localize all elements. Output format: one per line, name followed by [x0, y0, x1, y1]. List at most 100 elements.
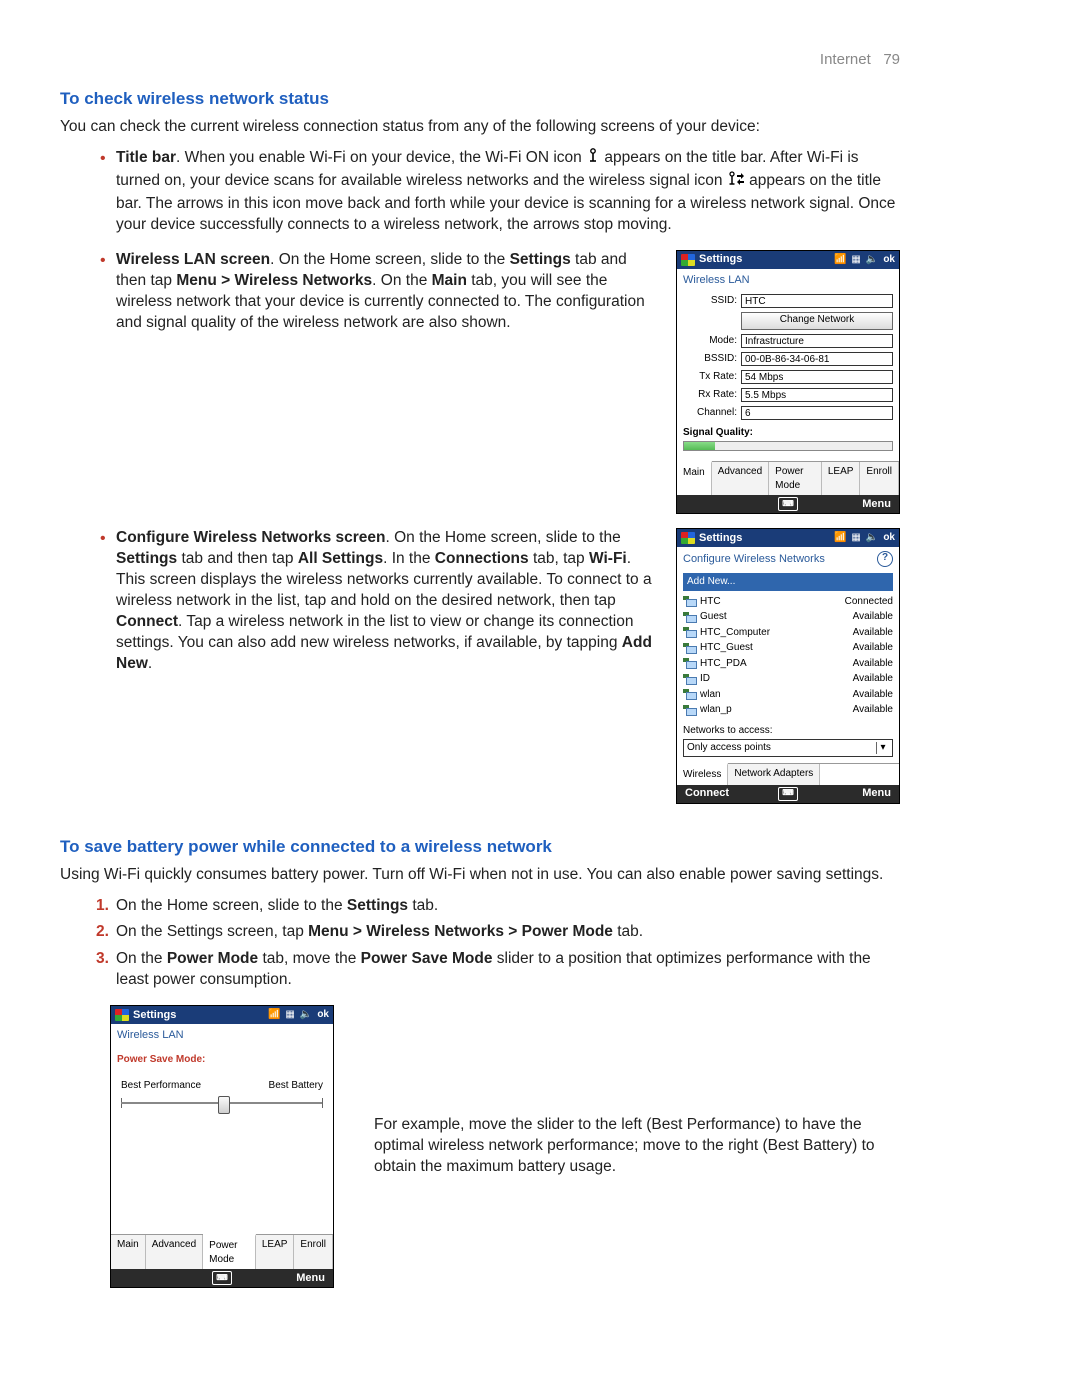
heading-save-battery: To save battery power while connected to… [60, 836, 900, 859]
b3tg: . [148, 655, 152, 672]
tab-advanced[interactable]: Advanced [146, 1235, 203, 1269]
tab-wireless[interactable]: Wireless [677, 763, 728, 785]
best-performance-label: Best Performance [121, 1079, 201, 1093]
steps-list: On the Home screen, slide to the Setting… [60, 896, 900, 992]
help-icon[interactable]: ? [877, 551, 893, 567]
fig-wireless-lan-screenshot: Settings 📶 ▦ 🔈 ok Wireless LAN SSID:HTC … [676, 250, 900, 514]
power-tabs: Main Advanced Power Mode LEAP Enroll [111, 1234, 333, 1269]
wm-subheader-power: Wireless LAN [111, 1024, 333, 1049]
tab-power-mode[interactable]: Power Mode [769, 462, 822, 495]
tab-main[interactable]: Main [111, 1235, 146, 1269]
add-new-network[interactable]: Add New... [683, 573, 893, 591]
list-item[interactable]: IDAvailable [683, 671, 893, 687]
network-icon [683, 689, 697, 699]
speaker-icon: 🔈 [866, 531, 878, 545]
signal-icon: ▦ [851, 253, 860, 267]
rxrate-field[interactable]: 5.5 Mbps [741, 388, 893, 402]
slider-thumb[interactable] [218, 1096, 230, 1114]
fig-configure-wireless-screenshot: Settings 📶 ▦ 🔈 ok Configure Wireless Net… [676, 528, 900, 804]
wm-footer: Connect ⌨ Menu [677, 785, 899, 803]
tab-network-adapters[interactable]: Network Adapters [728, 764, 820, 785]
list-item[interactable]: wlanAvailable [683, 687, 893, 703]
networks-list: HTCConnected GuestAvailable HTC_Computer… [677, 594, 899, 718]
list-item[interactable]: GuestAvailable [683, 609, 893, 625]
network-icon [683, 674, 697, 684]
change-network-button[interactable]: Change Network [741, 312, 893, 330]
wlan-tabs: Main Advanced Power Mode LEAP Enroll [677, 461, 899, 495]
b3td: tab, tap [529, 550, 589, 567]
list-item[interactable]: HTC_ComputerAvailable [683, 625, 893, 641]
power-mode-example: Settings 📶 ▦ 🔈 ok Wireless LAN Power Sav… [60, 1005, 900, 1288]
network-icon [683, 612, 697, 622]
wm-subheader-cfg: Configure Wireless Networks ? [677, 547, 899, 573]
tab-leap[interactable]: LEAP [822, 462, 861, 495]
tray-icons: 📶 ▦ 🔈 ok [834, 253, 895, 267]
tab-enroll[interactable]: Enroll [860, 462, 899, 495]
step-2: On the Settings screen, tap Menu > Wirel… [60, 922, 900, 943]
list-item[interactable]: HTC_PDAAvailable [683, 656, 893, 672]
start-flag-icon [681, 532, 695, 544]
speaker-icon: 🔈 [300, 1008, 312, 1022]
chevron-down-icon: ▾ [876, 742, 889, 754]
bullet-2-lead: Wireless LAN screen [116, 251, 270, 268]
wlan-form: SSID:HTC Change Network Mode:Infrastruct… [677, 294, 899, 456]
ssid-field[interactable]: HTC [741, 294, 893, 308]
bullet-2-settings: Settings [510, 251, 571, 268]
menu-button[interactable]: Menu [232, 1271, 325, 1286]
battery-intro: Using Wi-Fi quickly consumes battery pow… [60, 865, 900, 886]
tray-icons: 📶 ▦ 🔈 ok [268, 1008, 329, 1022]
bullet-wireless-lan-screen: Wireless LAN screen. On the Home screen,… [60, 250, 900, 514]
channel-field[interactable]: 6 [741, 406, 893, 420]
cfg-tabs: Wireless Network Adapters [677, 763, 899, 785]
fig-power-mode-screenshot: Settings 📶 ▦ 🔈 ok Wireless LAN Power Sav… [110, 1005, 334, 1288]
tab-enroll[interactable]: Enroll [294, 1235, 333, 1269]
mode-field[interactable]: Infrastructure [741, 334, 893, 348]
example-paragraph: For example, move the slider to the left… [374, 1115, 900, 1178]
wifi-on-icon [586, 148, 600, 171]
menu-button[interactable]: Menu [798, 497, 891, 512]
signal-icon: ▦ [851, 531, 860, 545]
slider-tick-right [322, 1098, 323, 1108]
wifi-antenna-icon: 📶 [834, 253, 846, 267]
list-item[interactable]: wlan_pAvailable [683, 702, 893, 718]
wm-subheader-wlan: Wireless LAN [677, 269, 899, 294]
power-save-mode-label: Power Save Mode: [111, 1049, 333, 1079]
networks-to-access-select[interactable]: Only access points ▾ [683, 739, 893, 757]
bullet-3-lead: Configure Wireless Networks screen [116, 529, 385, 546]
intro-paragraph: You can check the current wireless conne… [60, 117, 900, 138]
start-flag-icon [681, 254, 695, 266]
tab-main[interactable]: Main [677, 461, 712, 495]
tab-advanced[interactable]: Advanced [712, 462, 769, 495]
speaker-icon: 🔈 [866, 253, 878, 267]
b3-settings: Settings [116, 550, 177, 567]
bullet-2-path: Menu > Wireless Networks [176, 272, 372, 289]
keyboard-icon[interactable]: ⌨ [212, 1271, 232, 1285]
bssid-field[interactable]: 00-0B-86-34-06-81 [741, 352, 893, 366]
bullet-2-text-a: . On the Home screen, slide to the [270, 251, 510, 268]
b3-allsettings: All Settings [298, 550, 383, 567]
b3-connections: Connections [435, 550, 529, 567]
txrate-field[interactable]: 54 Mbps [741, 370, 893, 384]
tab-power-mode[interactable]: Power Mode [203, 1234, 256, 1269]
tab-leap[interactable]: LEAP [256, 1235, 295, 1269]
mode-label: Mode: [683, 334, 741, 348]
wm-titlebar: Settings 📶 ▦ 🔈 ok [677, 251, 899, 269]
page-header-section: Internet [820, 51, 871, 68]
b3-wifi: Wi-Fi [589, 550, 627, 567]
power-save-slider[interactable] [121, 1094, 323, 1112]
connect-button[interactable]: Connect [685, 786, 778, 801]
keyboard-icon[interactable]: ⌨ [778, 787, 798, 801]
wm-titlebar: Settings 📶 ▦ 🔈 ok [111, 1006, 333, 1024]
menu-button[interactable]: Menu [798, 786, 891, 801]
bullet-1-text-a: . When you enable Wi-Fi on your device, … [176, 149, 586, 166]
keyboard-icon[interactable]: ⌨ [778, 497, 798, 511]
ok-button[interactable]: ok [883, 253, 895, 267]
start-flag-icon [115, 1009, 129, 1021]
list-item[interactable]: HTC_GuestAvailable [683, 640, 893, 656]
list-item[interactable]: HTCConnected [683, 594, 893, 610]
page-header-number: 79 [883, 51, 900, 68]
slider-labels: Best Performance Best Battery [111, 1079, 333, 1093]
b3tc: . In the [383, 550, 435, 567]
ok-button[interactable]: ok [317, 1008, 329, 1022]
ok-button[interactable]: ok [883, 531, 895, 545]
